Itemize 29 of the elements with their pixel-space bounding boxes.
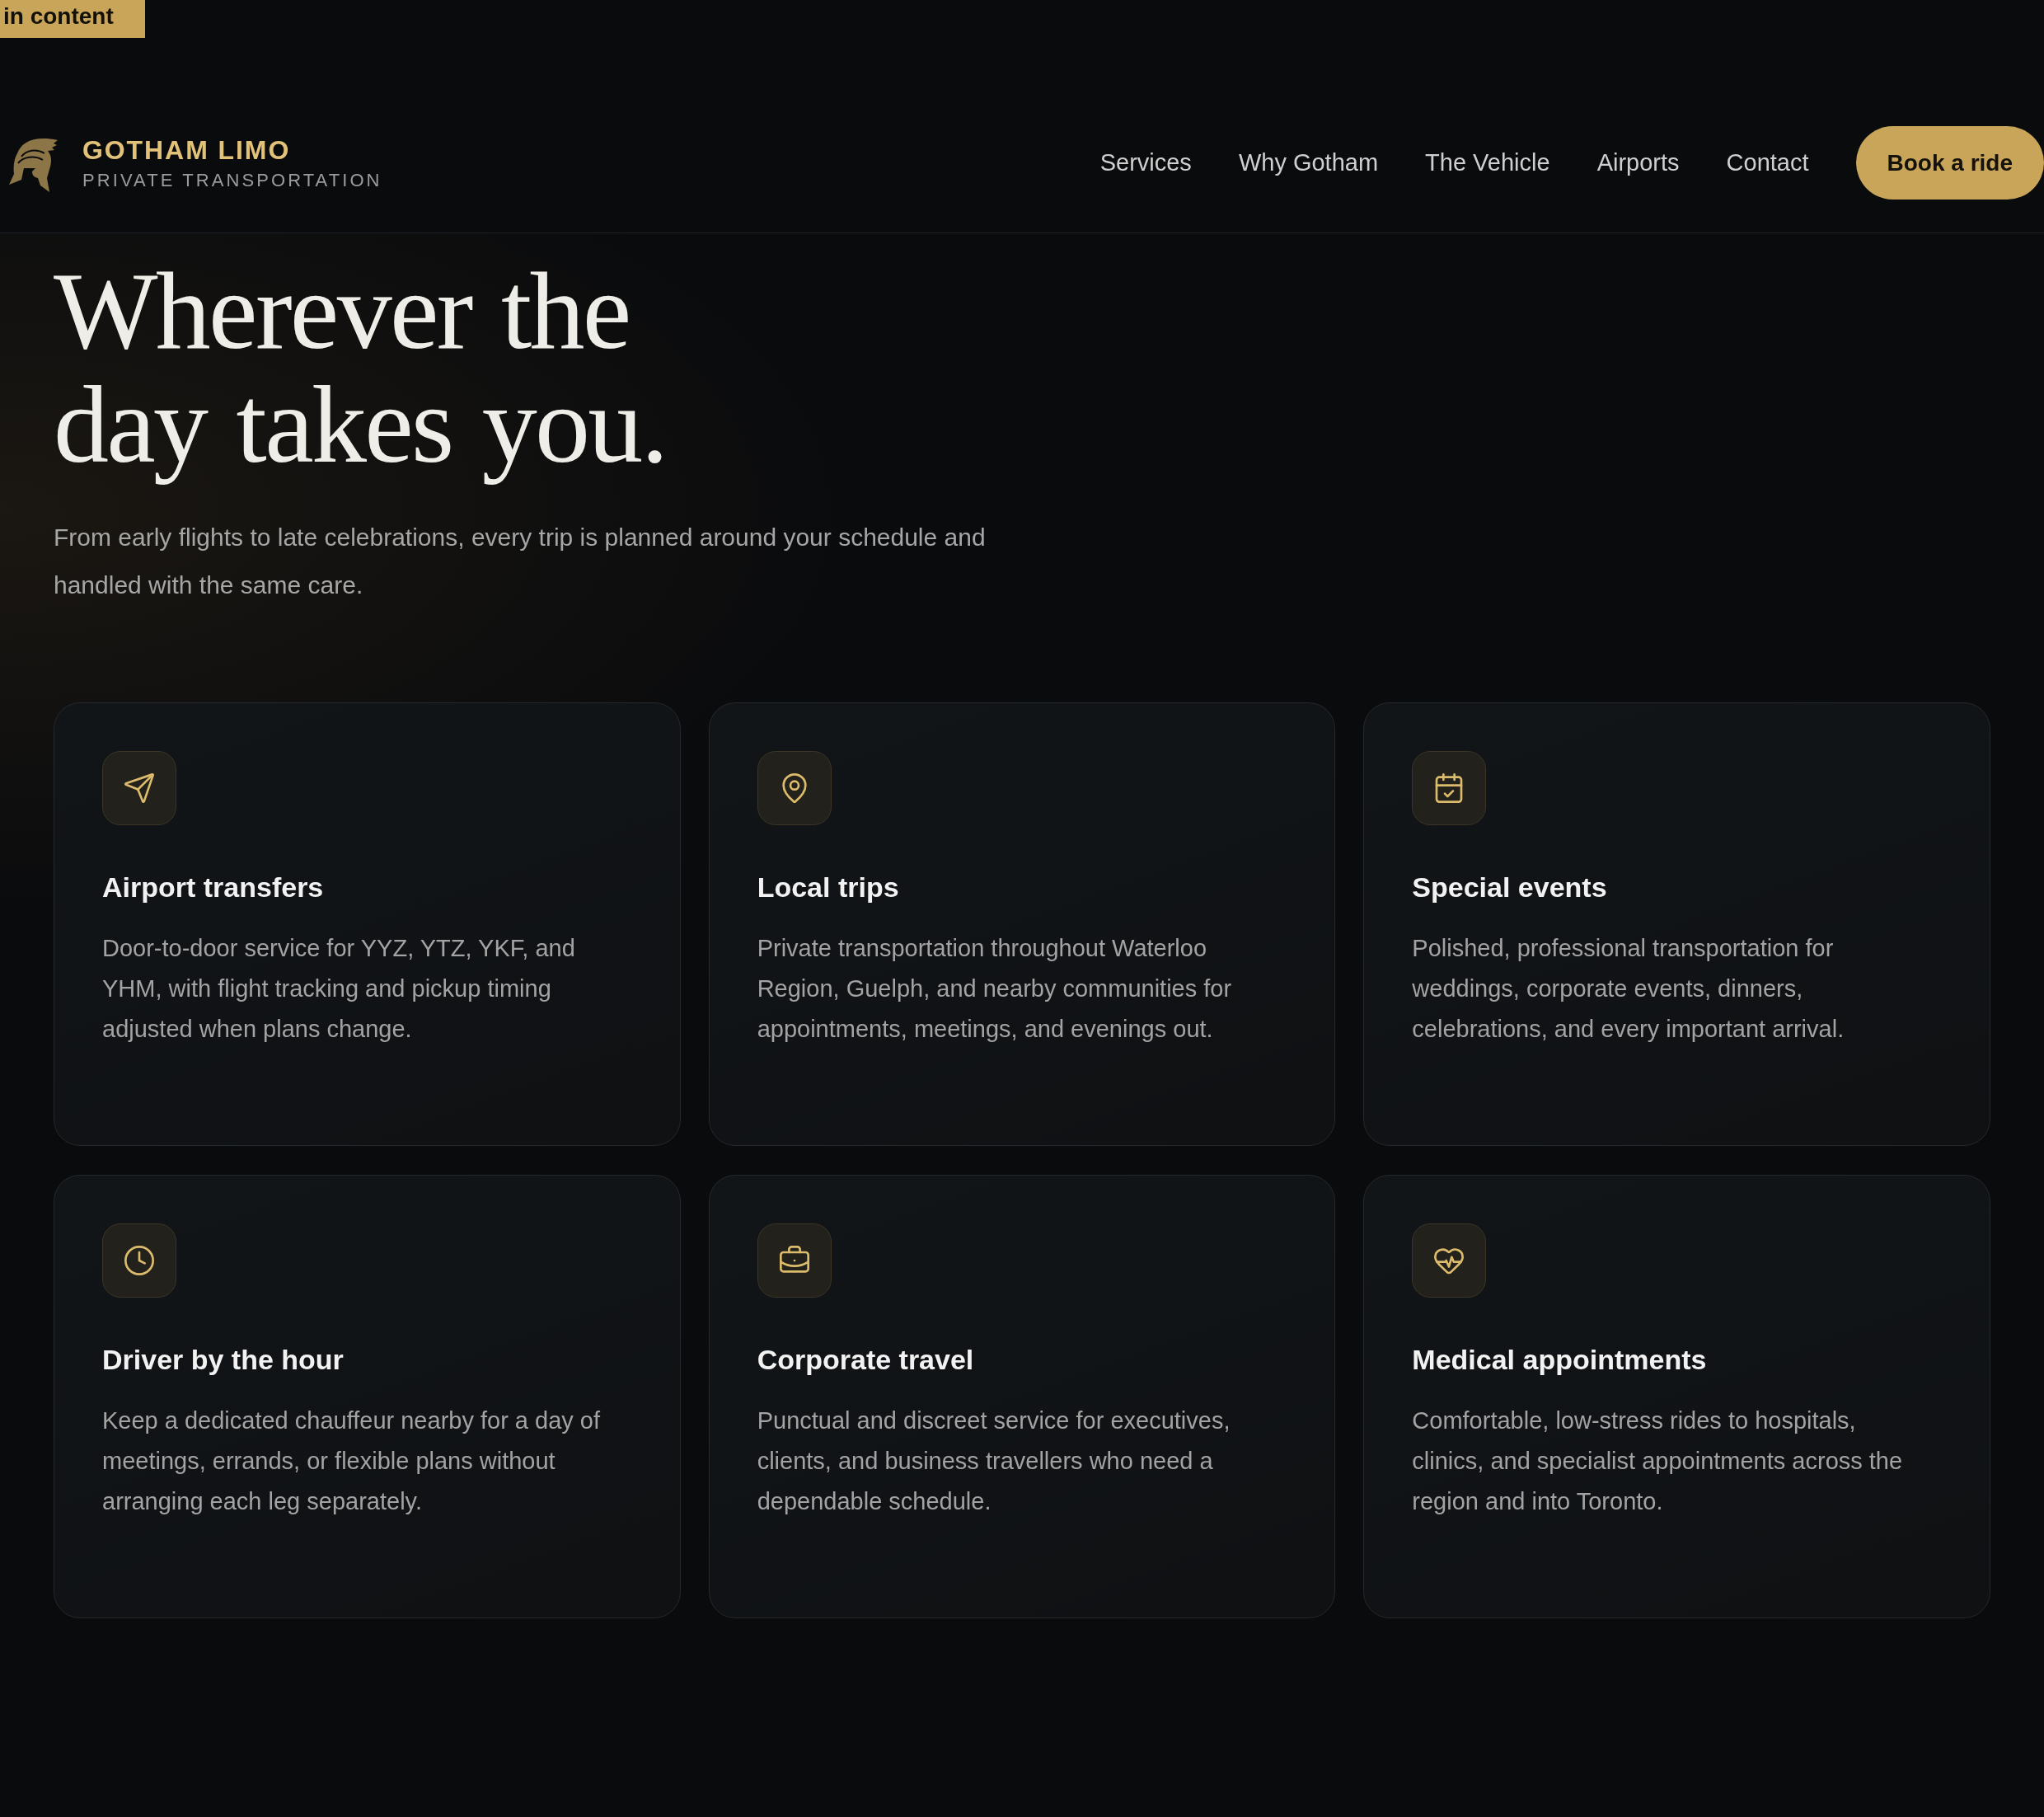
nav-link[interactable]: Why Gotham <box>1238 149 1379 176</box>
service-description: Comfortable, low-stress rides to hospitals, clinics, and specialist appointments across the region and into Toronto. <box>1412 1406 1904 1516</box>
brand-name: GOTHAM LIMO <box>82 134 292 165</box>
hero-subtitle: From early flights to late celebrations, every trip is planned around your schedule and handled with the same care. <box>54 523 987 600</box>
service-description: Keep a dedicated chauffeur nearby for a day of meetings, errands, or flexible plans without arranging each leg separately. <box>102 1406 602 1516</box>
briefcase-icon <box>757 1223 832 1298</box>
service-description: Punctual and discreet service for executives, clients, and business travellers who need a dependable schedule. <box>757 1406 1231 1516</box>
nav-link[interactable]: Services <box>1099 149 1192 176</box>
map-pin-icon <box>757 751 832 825</box>
service-title: Medical appointments <box>1412 1343 1707 1377</box>
service-title: Corporate travel <box>757 1343 974 1377</box>
nav-link[interactable]: The Vehicle <box>1425 149 1550 176</box>
brand-tagline: PRIVATE TRANSPORTATION <box>82 169 382 191</box>
paper-plane-icon <box>102 751 176 825</box>
service-description: Door-to-door service for YYZ, YTZ, YKF, and YHM, with flight tracking and pickup timing adjusted when plans change. <box>102 934 576 1044</box>
nav-link[interactable]: Airports <box>1596 149 1680 176</box>
skip-link[interactable]: in content <box>0 0 145 38</box>
heart-pulse-icon <box>1412 1223 1487 1298</box>
hero-heading: Wherever the day takes you. <box>54 254 668 487</box>
service-description: Private transportation throughout Waterloo Region, Guelph, and nearby communities for appointments, meetings, and evenings out. <box>757 934 1233 1044</box>
service-description: Polished, professional transportation for weddings, corporate events, dinners, celebrations, and every important arrival. <box>1412 934 1845 1044</box>
clock-icon <box>102 1223 176 1298</box>
service-title: Special events <box>1412 871 1607 904</box>
service-title: Airport transfers <box>102 871 324 904</box>
service-title: Driver by the hour <box>102 1343 344 1377</box>
nav-link[interactable]: Contact <box>1726 149 1809 176</box>
service-title: Local trips <box>757 871 899 904</box>
calendar-check-icon <box>1412 751 1487 825</box>
book-ride-button[interactable]: Book a ride <box>1855 126 2044 200</box>
